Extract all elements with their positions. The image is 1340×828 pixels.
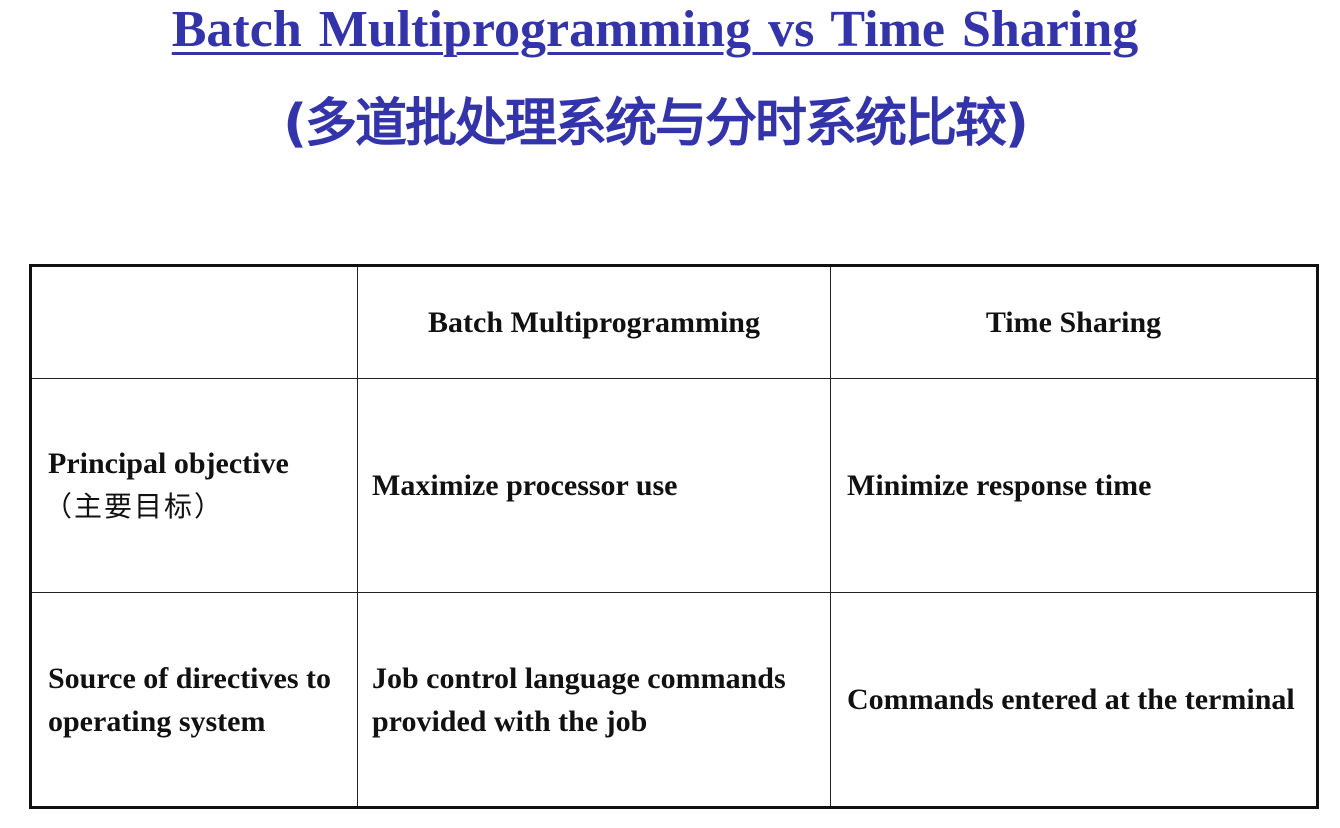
header-empty-cell — [30, 265, 358, 379]
row-label: Principal objective （主要目标） — [30, 378, 358, 593]
slide-subtitle: (多道批处理系统与分时系统比较) — [283, 94, 1029, 154]
row-label-text: Principal objective — [48, 447, 289, 480]
table-row: Principal objective （主要目标） Maximize proc… — [30, 378, 1318, 593]
comparison-table: Batch Multiprogramming Time Sharing Prin… — [29, 264, 1319, 809]
header-batch: Batch Multiprogramming — [357, 265, 831, 379]
header-timesharing: Time Sharing — [830, 265, 1318, 379]
cell-timesharing: Commands entered at the terminal — [830, 592, 1318, 808]
row-label: Source of directives to operating system — [30, 592, 358, 808]
table-header-row: Batch Multiprogramming Time Sharing — [30, 265, 1318, 379]
row-label-text: Source of directives to operating system — [48, 661, 331, 738]
cell-batch: Job control language commands provided w… — [357, 592, 831, 808]
cell-batch: Maximize processor use — [357, 378, 831, 593]
cell-timesharing: Minimize response time — [830, 378, 1318, 593]
row-label-cn: （主要目标） — [44, 490, 225, 523]
table-row: Source of directives to operating system… — [30, 592, 1318, 808]
slide-title: Batch Multiprogramming vs Time Sharing — [171, 1, 1139, 58]
